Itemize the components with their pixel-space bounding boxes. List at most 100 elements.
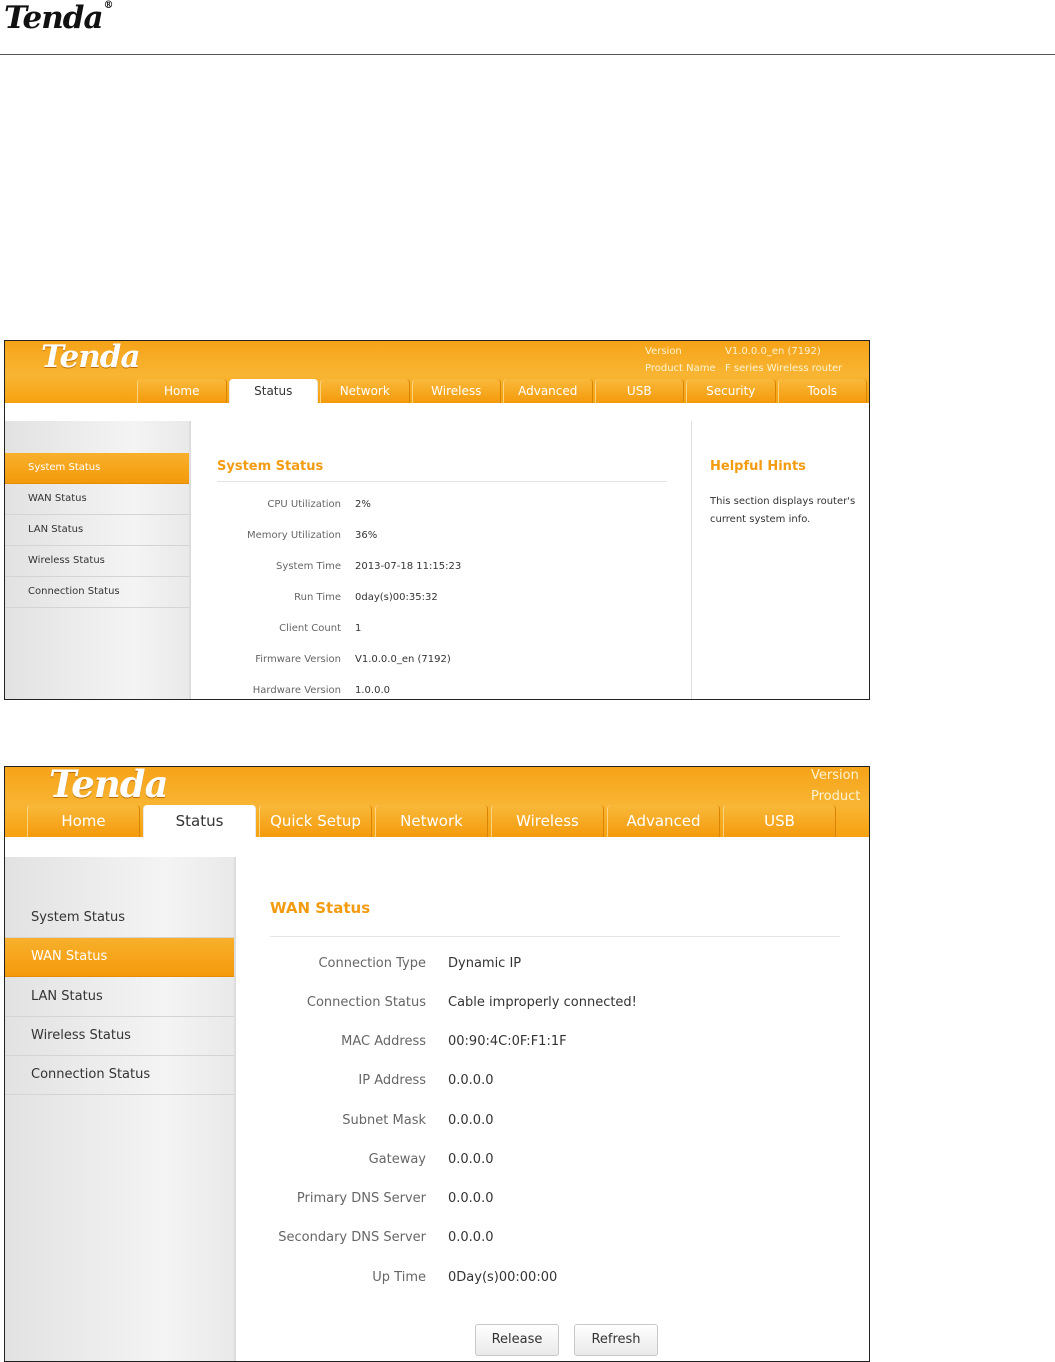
row-label: Firmware Version bbox=[255, 654, 341, 665]
row-value: 36% bbox=[355, 530, 378, 541]
tab-network[interactable]: Network bbox=[320, 379, 410, 403]
sidebar-item-connection-status[interactable]: Connection Status bbox=[5, 1056, 234, 1095]
tab-security[interactable]: Security bbox=[686, 379, 776, 403]
row-value: 0.0.0.0 bbox=[448, 1230, 494, 1245]
tab-home[interactable]: Home bbox=[137, 379, 227, 403]
sidebar: System Status WAN Status LAN Status Wire… bbox=[5, 857, 236, 1361]
row-value: Dynamic IP bbox=[448, 956, 522, 971]
tab-wireless[interactable]: Wireless bbox=[411, 379, 501, 403]
router-logo: Tenda bbox=[41, 340, 141, 375]
product-name-value: F series Wireless router bbox=[725, 363, 843, 374]
version-info: Version Product bbox=[811, 767, 861, 807]
info-row: MAC Address 00:90:4C:0F:F1:1F bbox=[238, 1034, 868, 1056]
hints-title: Helpful Hints bbox=[710, 459, 806, 474]
info-row: Subnet Mask 0.0.0.0 bbox=[238, 1113, 868, 1135]
registered-mark: ® bbox=[103, 0, 114, 11]
main-nav-tabs: Home Status Network Wireless Advanced US… bbox=[5, 379, 869, 403]
sidebar-item-wan-status[interactable]: WAN Status bbox=[5, 484, 189, 515]
sidebar-item-system-status[interactable]: System Status bbox=[5, 453, 189, 484]
sidebar-item-connection-status[interactable]: Connection Status bbox=[5, 577, 189, 608]
tab-status[interactable]: Status bbox=[228, 379, 318, 403]
row-label: CPU Utilization bbox=[267, 499, 341, 510]
version-value: V1.0.0.0_en (7192) bbox=[725, 346, 821, 357]
info-row: Hardware Version 1.0.0.0 bbox=[193, 685, 689, 699]
section-title: System Status bbox=[217, 459, 324, 474]
row-value: 0day(s)00:35:32 bbox=[355, 592, 438, 603]
product-label: Product bbox=[811, 789, 861, 804]
section-divider bbox=[217, 481, 667, 482]
sidebar-item-wireless-status[interactable]: Wireless Status bbox=[5, 546, 189, 577]
row-label: Secondary DNS Server bbox=[278, 1230, 426, 1245]
header-divider bbox=[0, 54, 1055, 55]
tab-tools[interactable]: Tools bbox=[777, 379, 867, 403]
sidebar: System Status WAN Status LAN Status Wire… bbox=[5, 421, 191, 699]
row-value: 0Day(s)00:00:00 bbox=[448, 1270, 558, 1285]
row-value: 0.0.0.0 bbox=[448, 1073, 494, 1088]
row-label: IP Address bbox=[358, 1073, 426, 1088]
tab-wireless[interactable]: Wireless bbox=[491, 805, 604, 837]
sidebar-item-lan-status[interactable]: LAN Status bbox=[5, 515, 189, 546]
helpful-hints-panel: Helpful Hints This section displays rout… bbox=[691, 421, 869, 699]
row-value: 0.0.0.0 bbox=[448, 1113, 494, 1128]
tab-status[interactable]: Status bbox=[143, 805, 256, 837]
info-row: Connection Status Cable improperly connec… bbox=[238, 995, 868, 1017]
sidebar-item-wireless-status[interactable]: Wireless Status bbox=[5, 1017, 234, 1056]
row-value: 2% bbox=[355, 499, 371, 510]
tab-quick-setup[interactable]: Quick Setup bbox=[259, 805, 372, 837]
row-label: System Time bbox=[276, 561, 341, 572]
main-nav-tabs: Home Status Quick Setup Network Wireless… bbox=[5, 805, 869, 837]
document-logo-text: Tenda bbox=[4, 0, 104, 36]
row-label: Up Time bbox=[372, 1270, 426, 1285]
info-row: Connection Type Dynamic IP bbox=[238, 956, 868, 978]
info-row: Memory Utilization 36% bbox=[193, 530, 689, 550]
tab-advanced[interactable]: Advanced bbox=[503, 379, 593, 403]
tab-home[interactable]: Home bbox=[27, 805, 140, 837]
system-status-screenshot: Tenda Version V1.0.0.0_en (7192) Product … bbox=[4, 340, 870, 700]
sidebar-item-wan-status[interactable]: WAN Status bbox=[5, 938, 234, 977]
row-value: 00:90:4C:0F:F1:1F bbox=[448, 1034, 567, 1049]
info-row: System Time 2013-07-18 11:15:23 bbox=[193, 561, 689, 581]
row-label: MAC Address bbox=[341, 1034, 426, 1049]
tab-usb[interactable]: USB bbox=[723, 805, 836, 837]
main-content: System Status CPU Utilization 2% Memory U… bbox=[193, 421, 689, 699]
row-value: 1.0.0.0 bbox=[355, 685, 390, 696]
info-row: Run Time 0day(s)00:35:32 bbox=[193, 592, 689, 612]
refresh-button[interactable]: Refresh bbox=[574, 1324, 658, 1356]
row-value: V1.0.0.0_en (7192) bbox=[355, 654, 451, 665]
row-label: Gateway bbox=[368, 1152, 426, 1167]
row-label: Run Time bbox=[294, 592, 341, 603]
info-row: Up Time 0Day(s)00:00:00 bbox=[238, 1270, 868, 1292]
tab-network[interactable]: Network bbox=[375, 805, 488, 837]
info-row: Gateway 0.0.0.0 bbox=[238, 1152, 868, 1174]
row-value: 0.0.0.0 bbox=[448, 1191, 494, 1206]
tab-usb[interactable]: USB bbox=[594, 379, 684, 403]
row-value: 0.0.0.0 bbox=[448, 1152, 494, 1167]
sidebar-item-lan-status[interactable]: LAN Status bbox=[5, 978, 234, 1017]
hints-text: This section displays router's current s… bbox=[710, 496, 856, 525]
row-label: Primary DNS Server bbox=[296, 1191, 426, 1206]
version-label: Version bbox=[811, 768, 859, 783]
product-name-label: Product Name bbox=[645, 363, 716, 374]
version-info: Version V1.0.0.0_en (7192) Product Name F … bbox=[645, 343, 842, 377]
section-title: WAN Status bbox=[270, 899, 371, 917]
info-row: CPU Utilization 2% bbox=[193, 499, 689, 519]
tab-advanced[interactable]: Advanced bbox=[607, 805, 720, 837]
router-banner: Tenda Version V1.0.0.0_en (7192) Product … bbox=[5, 341, 869, 403]
info-row: IP Address 0.0.0.0 bbox=[238, 1073, 868, 1095]
row-label: Memory Utilization bbox=[247, 530, 341, 541]
router-logo: Tenda bbox=[49, 766, 169, 806]
info-row: Primary DNS Server 0.0.0.0 bbox=[238, 1191, 868, 1213]
router-banner: Tenda Version Product Home Status Quick … bbox=[5, 767, 869, 837]
wan-status-screenshot: Tenda Version Product Home Status Quick … bbox=[4, 766, 870, 1362]
release-button[interactable]: Release bbox=[475, 1324, 559, 1356]
version-label: Version bbox=[645, 346, 682, 357]
row-label: Connection Type bbox=[318, 956, 426, 971]
sidebar-item-system-status[interactable]: System Status bbox=[5, 899, 234, 938]
section-divider bbox=[270, 936, 840, 937]
row-value: 2013-07-18 11:15:23 bbox=[355, 561, 462, 572]
row-label: Hardware Version bbox=[252, 685, 341, 696]
row-label: Subnet Mask bbox=[342, 1113, 426, 1128]
row-label: Connection Status bbox=[306, 995, 426, 1010]
main-content: WAN Status Connection Type Dynamic IP Con… bbox=[238, 857, 868, 1361]
row-value: Cable improperly connected! bbox=[448, 995, 637, 1010]
